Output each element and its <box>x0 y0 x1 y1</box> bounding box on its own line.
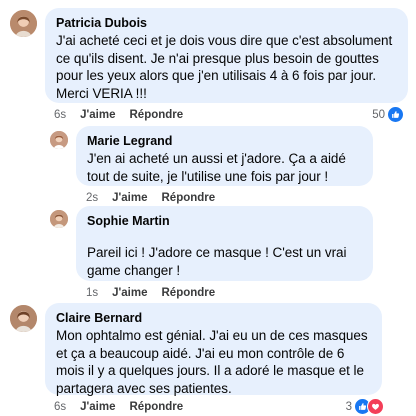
reactions-summary[interactable]: 50 <box>372 106 404 123</box>
comment-text: J'ai acheté ceci et je dois vous dire qu… <box>56 33 393 101</box>
reply-button[interactable]: Répondre <box>162 286 216 300</box>
comment-actions: 2s J'aime Répondre <box>86 191 229 205</box>
reactions-count: 50 <box>372 108 385 121</box>
reply-bubble: Marie Legrand J'en ai acheté un aussi et… <box>76 126 373 186</box>
avatar[interactable] <box>10 305 37 332</box>
like-button[interactable]: J'aime <box>112 191 147 205</box>
comment-bubble: Patricia Dubois J'ai acheté ceci et je d… <box>45 8 408 103</box>
avatar[interactable] <box>50 210 68 228</box>
comment-author[interactable]: Claire Bernard <box>56 310 372 326</box>
comment-time[interactable]: 6s <box>54 108 66 122</box>
comment-actions: 6s J'aime Répondre <box>54 108 197 122</box>
reactions-count: 3 <box>345 400 352 413</box>
comment-actions: 1s J'aime Répondre <box>86 286 229 300</box>
comment-author[interactable]: Marie Legrand <box>87 133 363 149</box>
like-icon <box>387 106 404 123</box>
avatar[interactable] <box>10 10 37 37</box>
reply-button[interactable]: Répondre <box>130 400 184 414</box>
like-button[interactable]: J'aime <box>80 400 115 414</box>
comment-author[interactable]: Sophie Martin <box>87 213 363 229</box>
comment-author[interactable]: Patricia Dubois <box>56 15 398 31</box>
love-icon <box>367 398 384 415</box>
comment-actions: 6s J'aime Répondre <box>54 400 197 414</box>
comment-text: J'en ai acheté un aussi et j'adore. Ça a… <box>87 151 346 184</box>
comment-bubble: Claire Bernard Mon ophtalmo est génial. … <box>45 303 382 396</box>
like-button[interactable]: J'aime <box>112 286 147 300</box>
avatar[interactable] <box>50 131 68 149</box>
comment-text: Mon ophtalmo est génial. J'ai eu un de c… <box>56 328 368 396</box>
reactions-summary[interactable]: 3 <box>346 398 384 415</box>
like-button[interactable]: J'aime <box>80 108 115 122</box>
reply-button[interactable]: Répondre <box>162 191 216 205</box>
comment-time[interactable]: 6s <box>54 400 66 414</box>
reply-bubble: Sophie Martin Pareil ici ! J'adore ce ma… <box>76 206 373 281</box>
reply-button[interactable]: Répondre <box>130 108 184 122</box>
comment-time[interactable]: 2s <box>86 191 98 205</box>
comment-text: Pareil ici ! J'adore ce masque ! C'est u… <box>87 245 347 278</box>
comment-time[interactable]: 1s <box>86 286 98 300</box>
